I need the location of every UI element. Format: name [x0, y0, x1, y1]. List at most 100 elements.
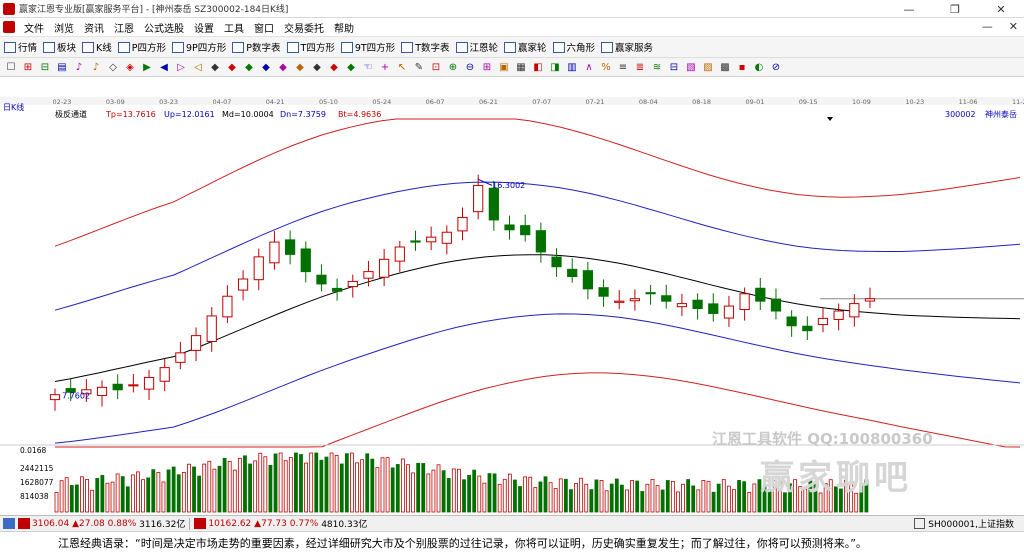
draw-tool-button-36[interactable]: ≡	[616, 60, 630, 74]
window-title: 赢家江恩专业版[赢家服务平台] - [神州泰岳 SZ300002-184日K线]	[19, 5, 289, 15]
toolbar-button-label: P数字表	[246, 43, 281, 54]
draw-tool-button-14[interactable]: ◆	[242, 60, 256, 74]
candle-body	[676, 303, 688, 308]
kline-chart-panel[interactable]: 02-23 03-09 03-23 04-07 04-21 05-10 05-24 06-07…	[0, 77, 1024, 515]
draw-tool-button-31[interactable]: ◧	[531, 60, 545, 74]
toolbar-button-0[interactable]: 行情	[4, 40, 37, 54]
toolbar-button-8[interactable]: T数字表	[401, 40, 450, 54]
draw-tool-button-35[interactable]: %	[599, 60, 613, 74]
candle-body	[645, 292, 656, 295]
toolbar-button-6[interactable]: T四方形	[286, 40, 335, 54]
draw-tool-button-18[interactable]: ◆	[310, 60, 324, 74]
toolbar-button-3[interactable]: P四方形	[117, 40, 166, 54]
draw-tool-button-26[interactable]: ⊕	[446, 60, 460, 74]
child-close-button[interactable]: ✕	[1009, 20, 1018, 33]
draw-tool-button-42[interactable]: ▩	[718, 60, 732, 74]
menu-gann[interactable]: 江恩	[109, 20, 139, 35]
draw-tool-button-13[interactable]: ◆	[225, 60, 239, 74]
menu-tools[interactable]: 工具	[219, 20, 249, 35]
child-minimize-button[interactable]: —	[982, 20, 993, 33]
volume-bar	[660, 489, 665, 513]
draw-tool-button-21[interactable]: ☜	[361, 60, 375, 74]
menu-file[interactable]: 文件	[19, 20, 49, 35]
draw-tool-button-33[interactable]: ▥	[565, 60, 579, 74]
draw-tool-button-44[interactable]: ◐	[752, 60, 766, 74]
toolbar-button-1[interactable]: 板块	[43, 40, 76, 54]
volume-bar	[487, 473, 492, 513]
draw-tool-button-32[interactable]: ◨	[548, 60, 562, 74]
draw-tool-button-25[interactable]: ⊡	[429, 60, 443, 74]
draw-tool-button-40[interactable]: ▧	[684, 60, 698, 74]
draw-tool-button-7[interactable]: ◈	[123, 60, 137, 74]
volume-bar	[334, 454, 339, 513]
draw-tool-button-34[interactable]: ∧	[582, 60, 596, 74]
draw-tool-button-17[interactable]: ◆	[293, 60, 307, 74]
menu-window[interactable]: 窗口	[249, 20, 279, 35]
toolbar-button-9[interactable]: 江恩轮	[455, 40, 498, 54]
draw-tool-button-43[interactable]: ▪	[735, 60, 749, 74]
draw-tool-button-37[interactable]: ≣	[633, 60, 647, 74]
volume-bar	[492, 473, 497, 513]
volume-bar	[100, 475, 105, 513]
draw-tool-button-29[interactable]: ▣	[497, 60, 511, 74]
maximize-window-button[interactable]: ❐	[932, 0, 978, 18]
draw-tool-button-38[interactable]: ≋	[650, 60, 664, 74]
draw-tool-button-12[interactable]: ◆	[208, 60, 222, 74]
draw-tool-button-41[interactable]: ▨	[701, 60, 715, 74]
menu-help[interactable]: 帮助	[329, 20, 359, 35]
volume-bar	[120, 476, 125, 513]
minimize-window-button[interactable]: —	[886, 0, 932, 18]
candle-body	[379, 258, 390, 278]
draw-tool-button-16[interactable]: ◆	[276, 60, 290, 74]
toolbar-button-2[interactable]: K线	[82, 40, 112, 54]
menu-browse[interactable]: 浏览	[49, 20, 79, 35]
toolbar-button-7[interactable]: 9T四方形	[340, 40, 395, 54]
date-tick-label: 08-18	[692, 98, 711, 106]
draw-tool-button-9[interactable]: ◀	[157, 60, 171, 74]
draw-tool-button-1[interactable]: ⊞	[21, 60, 35, 74]
candle-body	[723, 305, 735, 319]
draw-tool-button-27[interactable]: ⊖	[463, 60, 477, 74]
draw-tool-button-0[interactable]: ☐	[4, 60, 18, 74]
watermark-ad-text: 江恩工具软件 QQ:100800360	[712, 430, 933, 448]
menu-trade[interactable]: 交易委托	[279, 20, 329, 35]
draw-tool-button-8[interactable]: ▶	[140, 60, 154, 74]
toolbar-button-11[interactable]: 六角形	[552, 40, 595, 54]
draw-tool-button-45[interactable]: ⊘	[769, 60, 783, 74]
menu-settings[interactable]: 设置	[189, 20, 219, 35]
draw-tool-button-4[interactable]: ♪	[72, 60, 86, 74]
draw-tool-button-6[interactable]: ◇	[106, 60, 120, 74]
draw-tool-button-5[interactable]: ♪	[89, 60, 103, 74]
draw-tool-button-11[interactable]: ◁	[191, 60, 205, 74]
menu-info[interactable]: 资讯	[79, 20, 109, 35]
toolbar-button-10[interactable]: 赢家轮	[504, 40, 547, 54]
volume-bar	[721, 479, 726, 513]
draw-tool-button-28[interactable]: ⊞	[480, 60, 494, 74]
draw-tool-button-2[interactable]: ⊟	[38, 60, 52, 74]
draw-tool-button-39[interactable]: ⊟	[667, 60, 681, 74]
menu-formula-screener[interactable]: 公式选股	[139, 20, 189, 35]
volume-bar	[227, 460, 232, 513]
volume-bar	[563, 478, 568, 513]
toolbar-button-label: P四方形	[131, 43, 166, 54]
toolbar-button-4[interactable]: 9P四方形	[172, 40, 226, 54]
draw-tool-button-10[interactable]: ▷	[174, 60, 188, 74]
close-window-button[interactable]: ✕	[978, 0, 1024, 18]
date-tick-label: 11-20	[1012, 98, 1024, 106]
volume-bar	[202, 463, 207, 513]
draw-tool-button-24[interactable]: ✎	[412, 60, 426, 74]
volume-bar	[390, 467, 395, 513]
menu-app-icon[interactable]	[3, 21, 15, 33]
draw-tool-button-19[interactable]: ◆	[327, 60, 341, 74]
index-code-label[interactable]: SH000001,上证指数	[928, 517, 1014, 530]
toolbar-button-5[interactable]: P数字表	[232, 40, 281, 54]
market-icon[interactable]	[3, 518, 15, 529]
draw-tool-button-23[interactable]: ↖	[395, 60, 409, 74]
draw-tool-button-15[interactable]: ◆	[259, 60, 273, 74]
draw-tool-button-20[interactable]: ◆	[344, 60, 358, 74]
draw-tool-button-3[interactable]: ▤	[55, 60, 69, 74]
toolbar-button-12[interactable]: 赢家服务	[601, 40, 653, 54]
draw-tool-button-22[interactable]: +	[378, 60, 392, 74]
draw-tool-button-30[interactable]: ▦	[514, 60, 528, 74]
index-select-icon[interactable]	[914, 518, 926, 529]
